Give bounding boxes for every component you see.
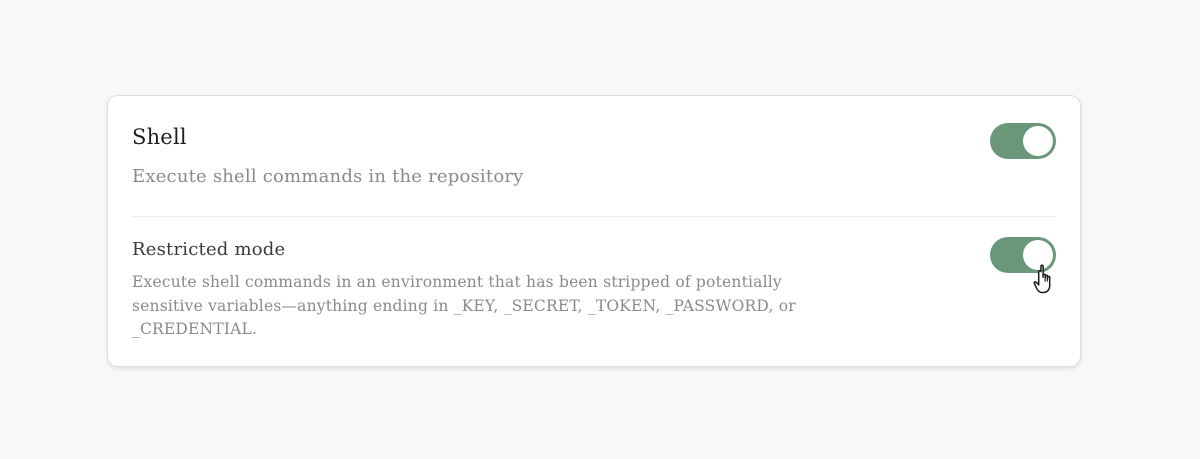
restricted-mode-toggle[interactable]: [990, 237, 1056, 273]
restricted-mode-setting-row: Restricted mode Execute shell commands i…: [132, 237, 1056, 349]
shell-description: Execute shell commands in the repository: [132, 166, 524, 187]
shell-toggle[interactable]: [990, 123, 1056, 159]
restricted-mode-toggle-knob: [1023, 240, 1053, 270]
settings-divider: [132, 216, 1056, 217]
shell-title: Shell: [132, 125, 187, 149]
restricted-mode-description: Execute shell commands in an environment…: [132, 273, 796, 338]
shell-setting-row: Shell Execute shell commands in the repo…: [132, 122, 1056, 216]
restricted-mode-title: Restricted mode: [132, 239, 286, 260]
shell-toggle-knob: [1023, 126, 1053, 156]
settings-card: Shell Execute shell commands in the repo…: [107, 95, 1081, 367]
